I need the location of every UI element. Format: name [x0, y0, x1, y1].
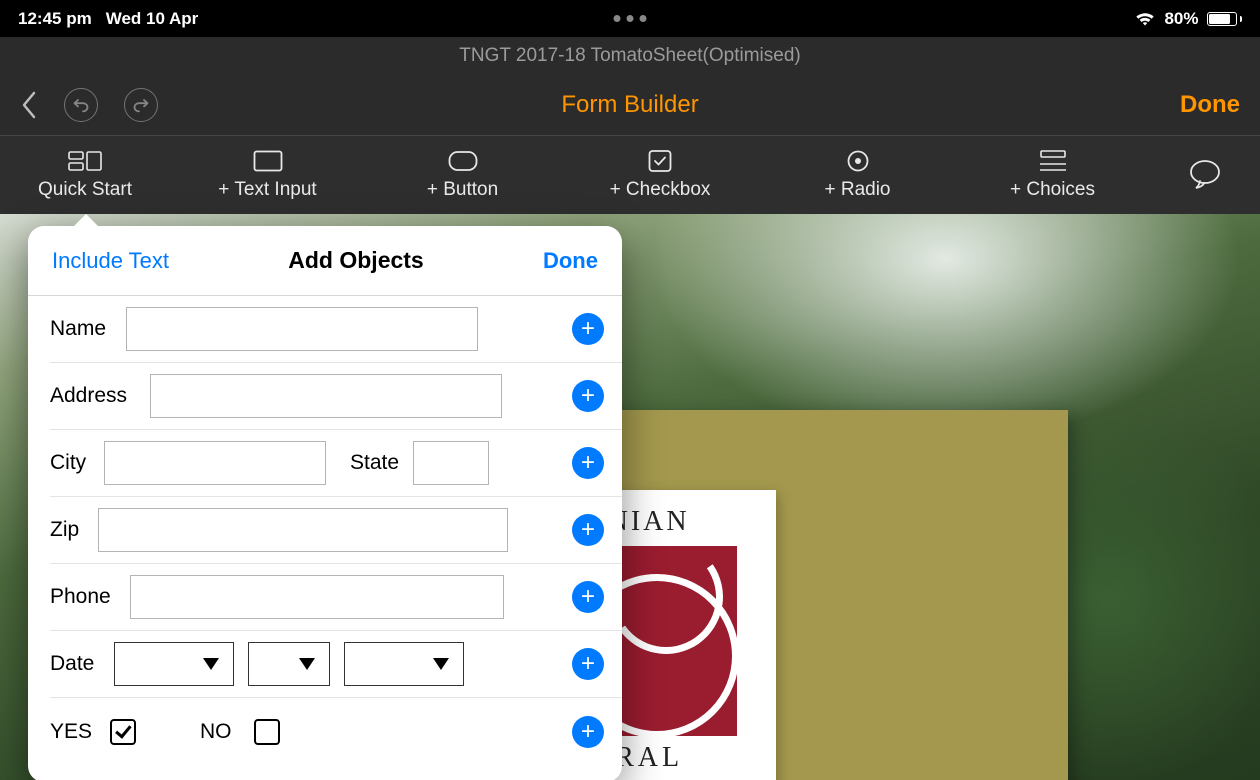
row-date: Date + [50, 631, 622, 698]
back-button[interactable] [20, 90, 38, 120]
add-name-button[interactable]: + [572, 313, 604, 345]
label-date: Date [50, 652, 100, 676]
popover-arrow [72, 214, 100, 228]
label-phone: Phone [50, 585, 116, 609]
popover-body: Name + Address + City State + Zip + Pho [28, 296, 622, 780]
label-zip: Zip [50, 518, 84, 542]
status-right: 80% [1134, 9, 1242, 29]
chevron-down-icon [433, 658, 449, 670]
tool-text-input[interactable]: + Text Input [170, 136, 365, 214]
field-city[interactable] [104, 441, 326, 485]
date-select-1[interactable] [114, 642, 234, 686]
label-address: Address [50, 384, 136, 408]
status-left: 12:45 pm Wed 10 Apr [18, 9, 198, 29]
choices-icon [1038, 149, 1068, 173]
document-title-bar: TNGT 2017-18 TomatoSheet(Optimised) [0, 37, 1260, 75]
row-phone: Phone + [50, 564, 622, 631]
tool-button[interactable]: + Button [365, 136, 560, 214]
nav-title: Form Builder [561, 91, 698, 119]
checkbox-no[interactable] [254, 719, 280, 745]
tool-label: + Checkbox [610, 179, 711, 201]
tool-comment[interactable] [1150, 136, 1260, 214]
tool-checkbox[interactable]: + Checkbox [560, 136, 760, 214]
add-citystate-button[interactable]: + [572, 447, 604, 479]
nav-done-button[interactable]: Done [1180, 91, 1240, 119]
row-city-state: City State + [50, 430, 622, 497]
redo-button[interactable] [124, 88, 158, 122]
add-phone-button[interactable]: + [572, 581, 604, 613]
undo-button[interactable] [64, 88, 98, 122]
quickstart-popover: Include Text Add Objects Done Name + Add… [28, 226, 622, 780]
quick-start-icon [68, 149, 102, 173]
row-name: Name + [50, 296, 622, 363]
label-no: NO [200, 720, 240, 744]
label-city: City [50, 451, 90, 475]
label-name: Name [50, 317, 112, 341]
popover-header: Include Text Add Objects Done [28, 226, 622, 296]
nav-bar: Form Builder Done [0, 75, 1260, 136]
popover-title: Add Objects [288, 247, 423, 274]
tool-label: Quick Start [38, 179, 132, 201]
multitask-dots[interactable] [614, 0, 647, 37]
battery-icon [1207, 12, 1243, 26]
tool-quick-start[interactable]: Quick Start [0, 136, 170, 214]
checkbox-yes[interactable] [110, 719, 136, 745]
add-address-button[interactable]: + [572, 380, 604, 412]
comment-icon [1188, 158, 1222, 192]
add-date-button[interactable]: + [572, 648, 604, 680]
text-input-icon [253, 149, 283, 173]
tool-label: + Button [427, 179, 498, 201]
field-phone[interactable] [130, 575, 504, 619]
status-time: 12:45 pm [18, 9, 92, 29]
row-address: Address + [50, 363, 622, 430]
tool-label: + Choices [1010, 179, 1095, 201]
chevron-down-icon [203, 658, 219, 670]
field-address[interactable] [150, 374, 502, 418]
row-zip: Zip + [50, 497, 622, 564]
tool-radio[interactable]: + Radio [760, 136, 955, 214]
wifi-icon [1134, 11, 1156, 27]
tool-choices[interactable]: + Choices [955, 136, 1150, 214]
tool-label: + Radio [824, 179, 890, 201]
add-yesno-button[interactable]: + [572, 716, 604, 748]
checkbox-icon [648, 149, 672, 173]
tool-label: + Text Input [218, 179, 316, 201]
battery-percent: 80% [1164, 9, 1198, 29]
status-bar: 12:45 pm Wed 10 Apr 80% [0, 0, 1260, 37]
date-select-2[interactable] [248, 642, 330, 686]
toolbar: Quick Start + Text Input + Button + Chec… [0, 136, 1260, 214]
label-state: State [350, 451, 399, 475]
include-text-tab[interactable]: Include Text [52, 248, 169, 274]
chevron-down-icon [299, 658, 315, 670]
field-zip[interactable] [98, 508, 508, 552]
row-yesno: YES NO + [50, 698, 622, 765]
label-yes: YES [50, 720, 96, 744]
document-title: TNGT 2017-18 TomatoSheet(Optimised) [459, 45, 800, 67]
add-zip-button[interactable]: + [572, 514, 604, 546]
date-select-3[interactable] [344, 642, 464, 686]
status-date: Wed 10 Apr [106, 9, 199, 29]
radio-icon [846, 149, 870, 173]
field-name[interactable] [126, 307, 478, 351]
button-icon [448, 149, 478, 173]
field-state[interactable] [413, 441, 489, 485]
popover-done-button[interactable]: Done [543, 248, 598, 274]
